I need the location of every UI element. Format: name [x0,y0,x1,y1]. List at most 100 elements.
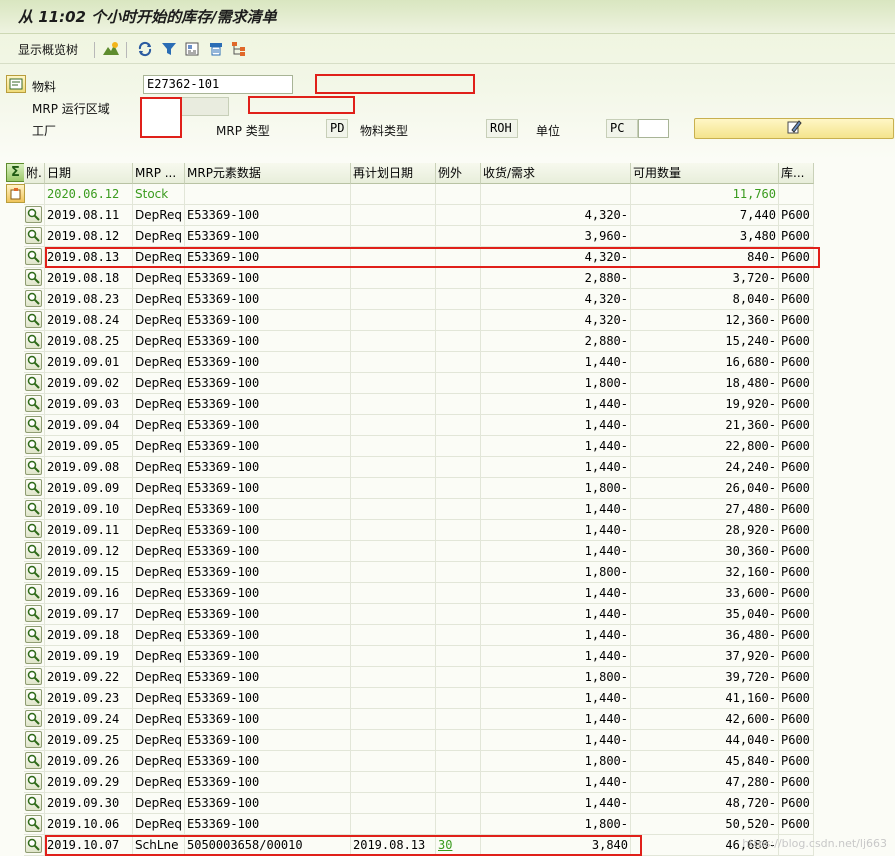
plant-field[interactable] [140,97,182,138]
detail-icon[interactable] [25,605,42,622]
detail-icon[interactable] [25,668,42,685]
detail-icon[interactable] [25,584,42,601]
cell-date: 2019.09.11 [45,520,133,541]
sum-icon[interactable]: Σ [6,163,25,182]
detail-icon[interactable] [25,773,42,790]
detail-icon[interactable] [25,563,42,580]
cell-exception [436,604,481,625]
detail-icon[interactable] [25,290,42,307]
cell-mrp-element: DepReq [133,625,185,646]
column-header[interactable]: 附. [24,163,45,184]
cell-available: 11,760 [631,184,779,205]
cell-exception [436,751,481,772]
detail-icon[interactable] [25,689,42,706]
cell-available: 3,720- [631,268,779,289]
cell-storage: P600 [779,226,814,247]
column-header[interactable]: 日期 [45,163,133,184]
cell-receipt-requirement: 2,880- [481,268,631,289]
cell-mrp-element-data: E53369-100 [185,457,351,478]
unit-extra-field[interactable] [638,119,669,138]
refresh-icon[interactable] [136,40,154,58]
detail-icon[interactable] [25,206,42,223]
clipboard-icon[interactable] [6,184,25,203]
detail-icon[interactable] [25,227,42,244]
cell-reschedule-date [351,373,436,394]
window-title: 从 11:02 个小时开始的库存/需求清单 [18,8,277,26]
detail-icon[interactable] [25,710,42,727]
cell-receipt-requirement: 4,320- [481,205,631,226]
column-header[interactable]: 例外 [436,163,481,184]
cell-date: 2019.09.25 [45,730,133,751]
cell-mrp-element-data: E53369-100 [185,289,351,310]
cell-storage: P600 [779,583,814,604]
edit-button[interactable] [694,118,894,139]
detail-icon[interactable] [25,437,42,454]
column-header[interactable]: 再计划日期 [351,163,436,184]
cell-exception [436,646,481,667]
cell-available: 27,480- [631,499,779,520]
cell-receipt-requirement: 1,440- [481,688,631,709]
column-header[interactable]: 库... [779,163,814,184]
cell-mrp-element: DepReq [133,772,185,793]
cell-mrp-element: DepReq [133,646,185,667]
detail-icon[interactable] [25,479,42,496]
column-header[interactable]: 可用数量 [631,163,779,184]
material-header-toggle-button[interactable] [6,75,26,93]
cell-mrp-element-data: E53369-100 [185,226,351,247]
cell-reschedule-date [351,352,436,373]
cell-reschedule-date [351,583,436,604]
detail-icon[interactable] [25,815,42,832]
column-header[interactable]: MRP ... [133,163,185,184]
detail-icon[interactable] [25,248,42,265]
cell-attach [24,646,45,667]
detail-icon[interactable] [25,500,42,517]
filter-icon[interactable] [160,40,178,58]
mountain-icon[interactable] [102,40,120,58]
cell-mrp-element: DepReq [133,457,185,478]
detail-icon[interactable] [25,269,42,286]
cell-date: 2019.09.05 [45,436,133,457]
detail-icon[interactable] [25,752,42,769]
cell-attach [24,604,45,625]
detail-icon[interactable] [25,626,42,643]
detail-icon[interactable] [25,332,42,349]
cell-available: 39,720- [631,667,779,688]
detail-icon[interactable] [25,374,42,391]
cell-storage: P600 [779,541,814,562]
detail-icon[interactable] [25,395,42,412]
detail-icon[interactable] [25,353,42,370]
column-header[interactable]: 收货/需求 [481,163,631,184]
cell-date: 2019.09.26 [45,751,133,772]
detail-icon[interactable] [25,731,42,748]
cell-reschedule-date [351,205,436,226]
cell-available: 24,240- [631,457,779,478]
cell-date: 2019.09.04 [45,415,133,436]
column-header[interactable]: MRP元素数据 [185,163,351,184]
detail-icon[interactable] [25,542,42,559]
material-field[interactable]: E27362-101 [143,75,293,94]
cell-exception [436,562,481,583]
overview-tree-button[interactable]: 显示概览树 [18,41,78,58]
cell-reschedule-date [351,289,436,310]
detail-icon[interactable] [25,836,42,853]
cell-attach [24,730,45,751]
detail-icon[interactable] [25,416,42,433]
detail-icon[interactable] [25,458,42,475]
cell-reschedule-date [351,730,436,751]
cell-available: 37,920- [631,646,779,667]
cell-mrp-element: DepReq [133,394,185,415]
layout-icon[interactable] [183,40,201,58]
cell-exception [436,793,481,814]
cell-reschedule-date [351,415,436,436]
hierarchy-icon[interactable] [230,40,248,58]
cell-exception [436,268,481,289]
detail-icon[interactable] [25,647,42,664]
detail-icon[interactable] [25,794,42,811]
print-icon[interactable] [207,40,225,58]
detail-icon[interactable] [25,521,42,538]
detail-icon[interactable] [25,311,42,328]
cell-exception [436,583,481,604]
cell-storage: P600 [779,562,814,583]
edit-icon [786,119,802,138]
cell-available: 32,160- [631,562,779,583]
